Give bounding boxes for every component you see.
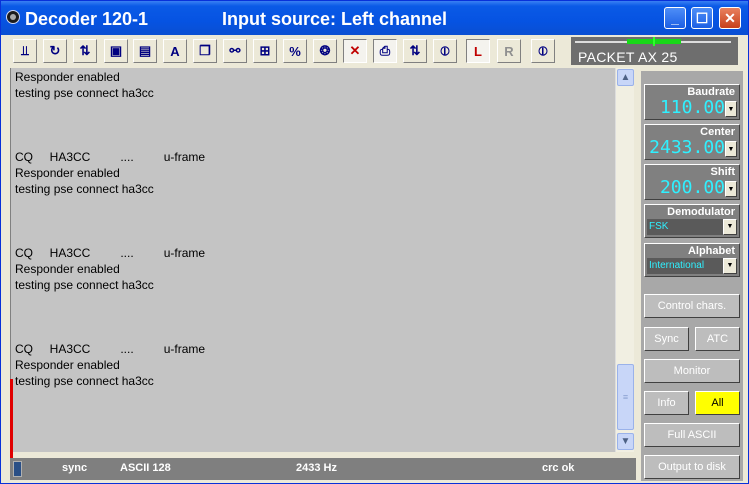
- tool-tag-icon[interactable]: ⊞: [253, 39, 277, 63]
- tuner-marker: [653, 37, 655, 46]
- tool-save-jpg-icon[interactable]: ▣: [104, 39, 128, 63]
- center-label: Center: [700, 126, 735, 138]
- demodulator-label: Demodulator: [667, 206, 735, 218]
- scroll-down-button[interactable]: ▼: [617, 433, 634, 450]
- center-value: 2433.00: [649, 139, 725, 157]
- tool-binoculars-icon[interactable]: ⚯: [223, 39, 247, 63]
- tuning-indicator: PACKET AX 25: [571, 37, 738, 65]
- close-button[interactable]: ✕: [719, 7, 741, 29]
- demodulator-dropdown-icon[interactable]: ▼: [723, 219, 737, 235]
- atc-button[interactable]: ATC: [695, 327, 740, 351]
- alphabet-select[interactable]: International ▼: [647, 258, 737, 274]
- app-title: Decoder 120-1: [25, 9, 149, 29]
- tool-scope-icon[interactable]: ⫫: [13, 39, 37, 63]
- tool-left-channel-icon[interactable]: L: [466, 39, 490, 63]
- output-line: Responder enabled: [15, 166, 120, 180]
- tool-font-icon[interactable]: A: [163, 39, 187, 63]
- baudrate-label: Baudrate: [687, 86, 735, 98]
- tool-refresh-icon[interactable]: ↻: [43, 39, 67, 63]
- status-bar: sync ASCII 128 2433 Hz crc ok: [10, 458, 636, 480]
- status-sync: sync: [62, 462, 88, 474]
- center-dropdown[interactable]: ▼: [725, 141, 737, 157]
- tool-phase-icon[interactable]: ⦶: [433, 39, 457, 63]
- shift-dropdown[interactable]: ▼: [725, 181, 737, 197]
- tool-right-channel-icon[interactable]: R: [497, 39, 521, 63]
- settings-panel: Baudrate 110.00 ▼ Center 2433.00 ▼ Shift…: [641, 71, 743, 481]
- output-line: testing pse connect ha3cc: [15, 278, 154, 292]
- control-chars-button[interactable]: Control chars.: [644, 294, 740, 318]
- output-to-disk-button[interactable]: Output to disk: [644, 455, 740, 479]
- app-icon[interactable]: [6, 10, 20, 24]
- tool-updown-icon[interactable]: ⇅: [403, 39, 427, 63]
- maximize-button[interactable]: ☐: [691, 7, 713, 29]
- demodulator-select[interactable]: FSK ▼: [647, 219, 737, 235]
- output-line: Responder enabled: [15, 358, 120, 372]
- mode-label: PACKET AX 25: [578, 49, 678, 65]
- info-button[interactable]: Info: [644, 391, 689, 415]
- scroll-thumb[interactable]: ≡: [617, 364, 634, 430]
- tool-printer-icon[interactable]: ⎙: [373, 39, 397, 63]
- baudrate-dropdown[interactable]: ▼: [725, 101, 737, 117]
- output-line: testing pse connect ha3cc: [15, 86, 154, 100]
- tool-filter-icon[interactable]: %: [283, 39, 307, 63]
- output-line: CQ HA3CC .... u-frame: [15, 246, 206, 260]
- baudrate-value: 110.00: [659, 99, 725, 117]
- tool-swap-icon[interactable]: ⇅: [73, 39, 97, 63]
- decoded-text-area[interactable]: Responder enabled testing pse connect ha3…: [10, 68, 616, 452]
- all-button[interactable]: All: [695, 391, 740, 415]
- alphabet-dropdown-icon[interactable]: ▼: [723, 258, 737, 274]
- monitor-button[interactable]: Monitor: [644, 359, 740, 383]
- output-line: testing pse connect ha3cc: [15, 182, 154, 196]
- output-line: Responder enabled: [15, 70, 120, 84]
- baudrate-box: Baudrate 110.00 ▼: [644, 84, 740, 120]
- full-ascii-button[interactable]: Full ASCII: [644, 423, 740, 447]
- title-bar[interactable]: Decoder 120-1 Input source: Left channel…: [1, 1, 748, 35]
- status-mode: ASCII 128: [120, 462, 171, 474]
- output-line: CQ HA3CC .... u-frame: [15, 150, 206, 164]
- demodulator-value: FSK: [649, 221, 669, 232]
- output-line: Responder enabled: [15, 262, 120, 276]
- sync-button[interactable]: Sync: [644, 327, 689, 351]
- status-crc: crc ok: [542, 462, 575, 474]
- demodulator-box: Demodulator FSK ▼: [644, 204, 740, 238]
- tool-save-txt-icon[interactable]: ▤: [133, 39, 157, 63]
- center-box: Center 2433.00 ▼: [644, 124, 740, 160]
- tool-crosstalk-icon[interactable]: ✕: [343, 39, 367, 63]
- output-line: CQ HA3CC .... u-frame: [15, 342, 206, 356]
- status-frequency: 2433 Hz: [296, 462, 337, 474]
- alphabet-value: International: [649, 260, 705, 271]
- alphabet-label: Alphabet: [687, 245, 735, 257]
- scroll-up-button[interactable]: ▲: [617, 69, 634, 86]
- input-source-title: Input source: Left channel: [222, 9, 448, 29]
- tool-phase2-icon[interactable]: ⦶: [531, 39, 555, 63]
- minimize-button[interactable]: _: [664, 7, 686, 29]
- shift-box: Shift 200.00 ▼: [644, 164, 740, 200]
- shift-label: Shift: [710, 166, 735, 178]
- decoder-window: Decoder 120-1 Input source: Left channel…: [0, 0, 749, 484]
- tool-antenna-icon[interactable]: ❂: [313, 39, 337, 63]
- toolbar: ⫫ ↻ ⇅ ▣ ▤ A ❐ ⚯ ⊞ % ❂ ✕ ⎙ ⇅ ⦶ L R ⦶: [1, 35, 561, 67]
- shift-value: 200.00: [659, 179, 725, 197]
- output-line: testing pse connect ha3cc: [15, 374, 154, 388]
- status-indicator: [13, 461, 22, 477]
- vertical-scrollbar[interactable]: ▲ ≡ ▼: [615, 68, 634, 452]
- tool-copy-icon[interactable]: ❐: [193, 39, 217, 63]
- alphabet-box: Alphabet International ▼: [644, 243, 740, 277]
